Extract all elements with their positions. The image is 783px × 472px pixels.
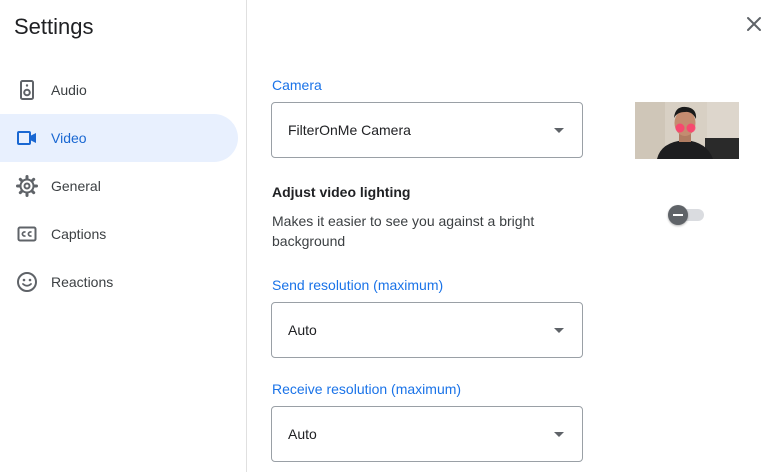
camera-preview-image	[635, 102, 739, 159]
send-resolution-label: Send resolution (maximum)	[272, 277, 444, 293]
toggle-off-icon	[668, 205, 688, 225]
sidebar-item-label: Video	[51, 130, 87, 146]
camera-select[interactable]: FilterOnMe Camera	[271, 102, 583, 158]
lighting-toggle[interactable]	[668, 204, 706, 226]
closed-captions-icon	[17, 226, 37, 242]
camera-preview	[635, 102, 739, 159]
receive-resolution-select[interactable]: Auto	[271, 406, 583, 462]
sidebar-item-reactions[interactable]: Reactions	[0, 258, 238, 306]
sidebar-item-label: Reactions	[51, 274, 114, 290]
gear-icon	[16, 175, 38, 197]
page-title: Settings	[14, 14, 94, 39]
sidebar-item-general[interactable]: General	[0, 162, 238, 210]
sidebar-item-captions[interactable]: Captions	[0, 210, 238, 258]
sidebar-item-audio[interactable]: Audio	[0, 66, 238, 114]
speaker-icon	[20, 80, 34, 100]
smiley-icon	[17, 272, 37, 292]
send-resolution-value: Auto	[288, 322, 317, 338]
lighting-heading: Adjust video lighting	[272, 184, 411, 200]
camera-select-value: FilterOnMe Camera	[288, 122, 411, 138]
send-resolution-select[interactable]: Auto	[271, 302, 583, 358]
dropdown-arrow-icon	[554, 432, 564, 437]
sidebar-item-label: General	[51, 178, 101, 194]
lighting-description: Makes it easier to see you against a bri…	[272, 213, 535, 249]
video-camera-icon	[17, 131, 36, 145]
camera-label: Camera	[272, 77, 322, 93]
sidebar-item-label: Captions	[51, 226, 107, 242]
settings-sidebar: Settings Audio Video General Captions Re…	[0, 0, 247, 472]
sidebar-item-label: Audio	[51, 82, 87, 98]
dropdown-arrow-icon	[554, 128, 564, 133]
close-icon[interactable]	[742, 12, 766, 36]
receive-resolution-label: Receive resolution (maximum)	[272, 381, 462, 397]
receive-resolution-value: Auto	[288, 426, 317, 442]
sidebar-item-video[interactable]: Video	[0, 114, 238, 162]
dropdown-arrow-icon	[554, 328, 564, 333]
